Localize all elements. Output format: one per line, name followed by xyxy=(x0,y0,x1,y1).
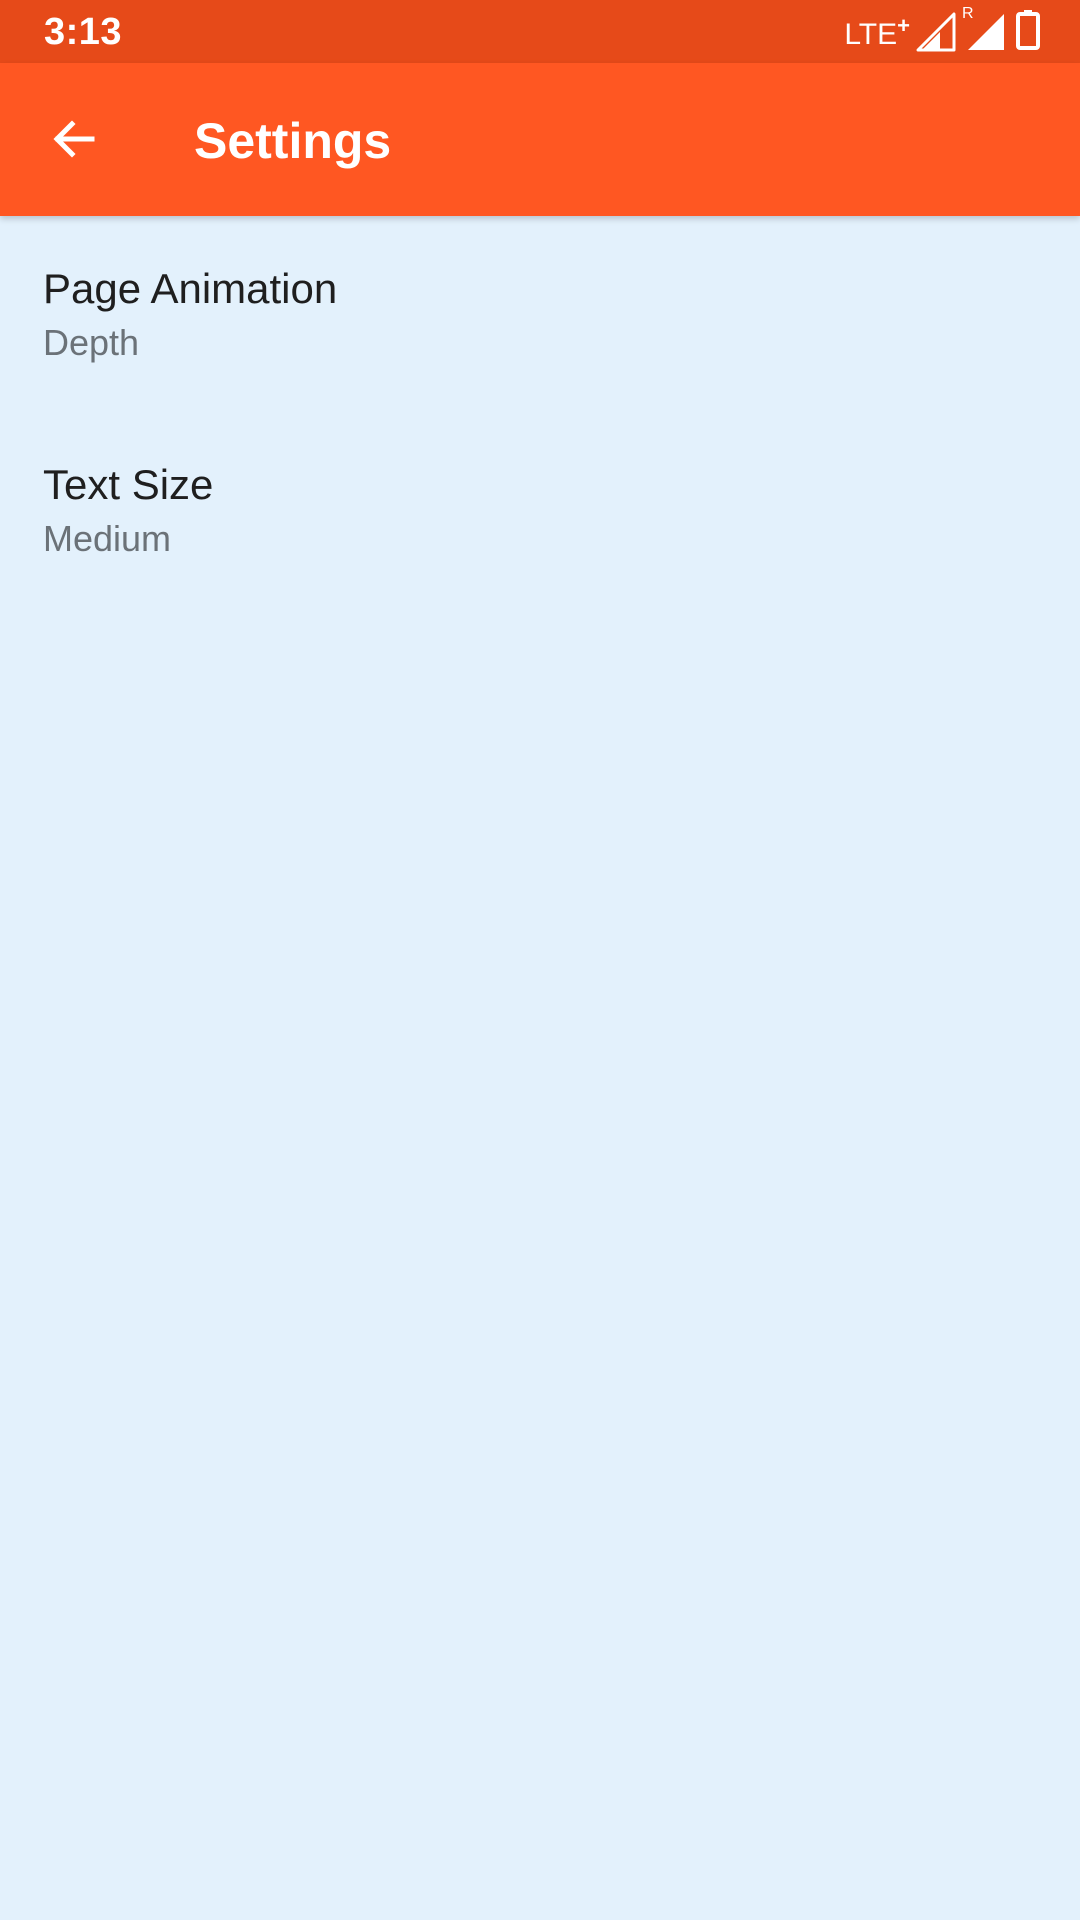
network-type-label: LTE xyxy=(844,17,898,51)
network-type-suffix: + xyxy=(897,12,910,38)
app-bar: Settings xyxy=(0,63,1080,216)
arrow-left-icon xyxy=(53,120,95,158)
signal-icon xyxy=(916,12,956,52)
roaming-indicator: R xyxy=(962,5,974,22)
back-button[interactable] xyxy=(30,95,118,183)
setting-value: Depth xyxy=(43,322,140,363)
setting-title: Text Size xyxy=(43,461,214,508)
setting-page-animation[interactable]: Page Animation Depth xyxy=(0,216,1080,412)
battery-icon xyxy=(1016,9,1040,55)
status-icons: LTE+ R xyxy=(844,6,1040,55)
page-title: Settings xyxy=(194,113,392,169)
status-bar: 3:13 LTE+ R xyxy=(0,0,1080,63)
setting-text-size[interactable]: Text Size Medium xyxy=(0,412,1080,608)
setting-title: Page Animation xyxy=(43,265,338,312)
network-type: LTE+ xyxy=(844,6,910,55)
status-time: 3:13 xyxy=(44,11,123,53)
setting-value: Medium xyxy=(43,518,172,559)
settings-list: Page Animation Depth Text Size Medium xyxy=(0,216,1080,608)
signal-roaming-icon: R xyxy=(962,6,1006,52)
